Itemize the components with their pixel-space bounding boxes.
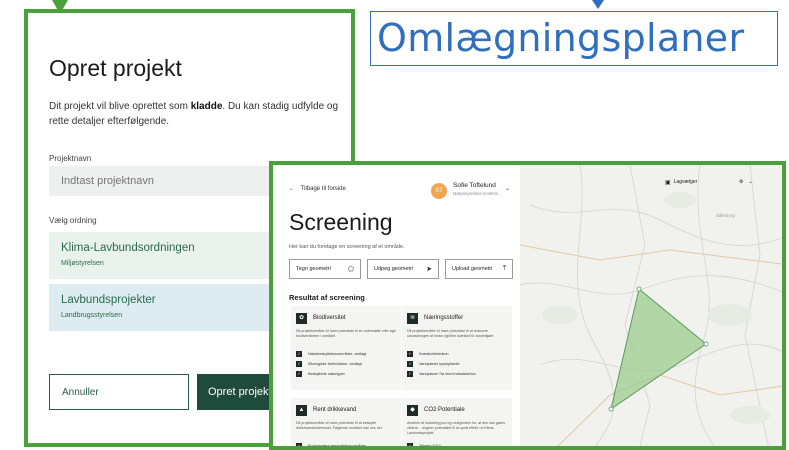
polygon-vertex[interactable]	[636, 286, 642, 292]
screening-panel: Silkeborg ▣ Lagvælger ⚙ ⌄ ← Tilbage til …	[269, 161, 786, 450]
cursor-icon: ➤	[426, 266, 432, 273]
polygon-vertex[interactable]	[703, 341, 709, 347]
water-icon: ▲	[296, 404, 307, 416]
chevron-down-icon: ⌄	[505, 186, 511, 192]
checkbox-item[interactable]: ✓ Økologiske forbindelser, vedlagt	[296, 361, 396, 367]
checkbox-item[interactable]: ✓ Naturbeskyttelsesområder, vedlagt	[296, 351, 396, 357]
screening-sidebar: ← Tilbage til forside ST Sofie Toftelund…	[273, 165, 520, 448]
result-card-drinking-water[interactable]: ▲ Rent drikkevand Dit projektområde vil …	[291, 398, 401, 448]
create-project-heading: Opret projekt	[49, 55, 182, 81]
check-icon: ✓	[296, 371, 302, 377]
user-org: Naturstyrelsen Kontrol...	[453, 191, 502, 196]
checkbox-item[interactable]: ✓ Beskyttede naturtyper	[296, 371, 396, 377]
check-icon: ✓	[407, 371, 413, 377]
gear-icon: ⚙	[739, 179, 744, 185]
back-link[interactable]: ← Tilbage til forside	[289, 186, 346, 192]
checkbox-item[interactable]: ✓ Tekstur 2014	[407, 443, 507, 448]
arrow-left-icon: ←	[289, 186, 295, 192]
checkbox-item[interactable]: ✓ Vandplaner kystoplande	[407, 361, 507, 367]
avatar: ST	[431, 183, 447, 199]
check-icon: ✓	[407, 361, 413, 367]
checkbox-item[interactable]: ✓ Vandplaner Sø med indsatsbehov	[407, 371, 507, 377]
result-card-biodiversity[interactable]: ✿ Biodiversitet Dit projektområde vil ha…	[291, 306, 401, 390]
check-icon: ✓	[296, 443, 302, 448]
drawn-polygon[interactable]	[610, 288, 707, 411]
map-canvas[interactable]: Silkeborg	[519, 165, 786, 450]
chevron-down-icon: ⌄	[748, 179, 753, 185]
headline-box: Omlægningsplaner	[370, 11, 778, 66]
polygon-icon: ⬠	[347, 266, 354, 273]
map[interactable]: Silkeborg	[519, 165, 786, 450]
screening-heading: Screening	[289, 209, 393, 235]
select-geometry-button[interactable]: Udpeg geometri ➤	[367, 259, 439, 279]
check-icon: ✓	[296, 361, 302, 367]
polygon-vertex[interactable]	[608, 406, 614, 412]
scheme-label: Vælg ordning	[49, 216, 97, 225]
screening-description: Her kan du foretage en screening af et o…	[289, 244, 405, 250]
leaf-icon: ✿	[296, 312, 307, 324]
upload-geometry-button[interactable]: Upload geometri ⤒	[445, 259, 513, 279]
check-icon: ✓	[407, 351, 413, 357]
create-project-description: Dit projekt vil blive oprettet som kladd…	[49, 101, 339, 127]
check-icon: ✓	[407, 443, 413, 448]
upload-icon: ⤒	[502, 265, 506, 272]
user-name: Sofie Toftelund	[453, 182, 496, 189]
map-label: Silkeborg	[716, 213, 735, 218]
map-settings-button[interactable]: ⚙ ⌄	[739, 175, 753, 189]
checkbox-item[interactable]: ✓ Boringsnære beskyttelsesområder	[296, 443, 396, 448]
result-card-nutrients[interactable]: ≋ Næringsstoffer Dit projektområde vil h…	[402, 306, 512, 390]
layer-picker-button[interactable]: ▣ Lagvælger	[665, 175, 697, 189]
draw-geometry-button[interactable]: Tegn geometri ⬠	[289, 259, 361, 279]
checkbox-item[interactable]: ✓ Kvælstofretention	[407, 351, 507, 357]
results-title: Resultat af screening	[289, 293, 365, 302]
blue-arrow-icon	[592, 0, 604, 9]
layers-icon: ▣	[665, 179, 671, 186]
nutrient-icon: ≋	[407, 312, 418, 324]
diamond-icon: ◆	[407, 404, 418, 416]
cancel-button[interactable]: Annuller	[49, 374, 189, 410]
result-card-co2[interactable]: ◆ CO2 Potentiale Andelen af kulstofrig j…	[402, 398, 512, 448]
project-name-label: Projektnavn	[49, 154, 92, 163]
check-icon: ✓	[296, 351, 302, 357]
headline: Omlægningsplaner	[377, 16, 745, 60]
